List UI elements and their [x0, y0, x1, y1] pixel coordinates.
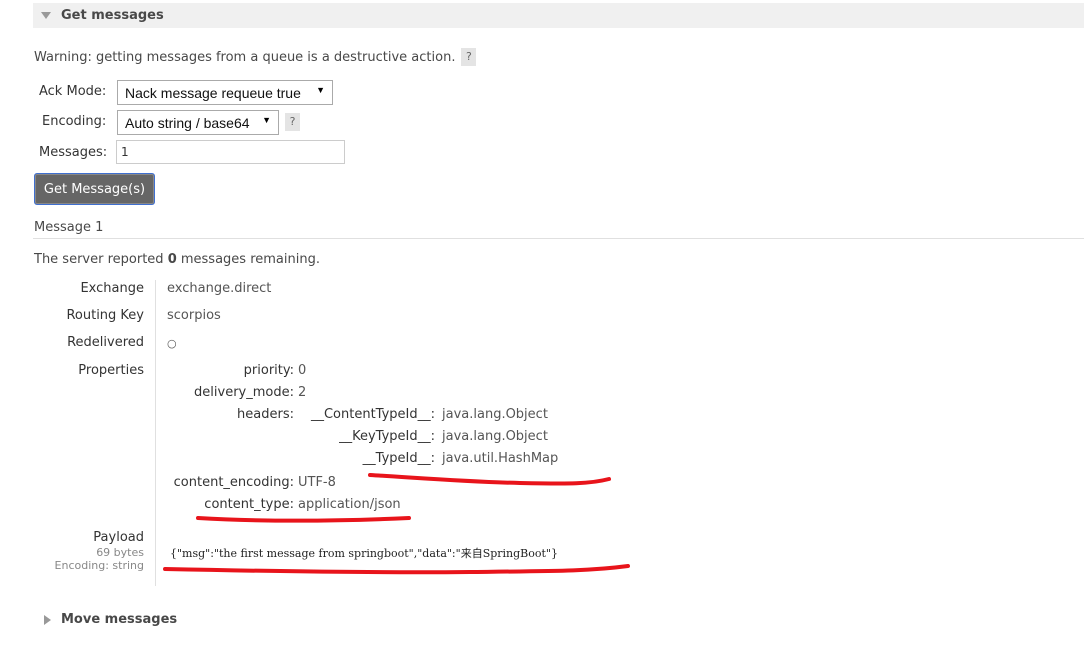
warning-text: Warning: getting messages from a queue i…	[34, 49, 456, 65]
payload-label: Payload	[93, 530, 144, 545]
ack-mode-label: Ack Mode:	[39, 84, 107, 99]
routing-key-label: Routing Key	[66, 308, 144, 323]
header-key: __TypeId__:	[362, 451, 435, 466]
messages-count-value: 1	[121, 145, 129, 159]
message-heading: Message 1	[34, 220, 104, 235]
priority-value: 0	[298, 363, 307, 378]
payload-label-block: Payload 69 bytes Encoding: string	[55, 530, 144, 572]
details-divider	[155, 280, 156, 586]
ack-mode-select[interactable]: Nack message requeue true ▼	[117, 80, 333, 105]
get-messages-title: Get messages	[61, 8, 164, 23]
content-encoding-key: content_encoding:	[173, 475, 294, 490]
dropdown-arrow-icon: ▼	[262, 115, 271, 125]
content-type-value: application/json	[298, 497, 401, 512]
encoding-selected-value: Auto string / base64	[125, 114, 250, 131]
encoding-select[interactable]: Auto string / base64 ▼	[117, 110, 279, 135]
encoding-help-icon[interactable]: ?	[285, 113, 300, 131]
exchange-label: Exchange	[80, 281, 144, 296]
warning-help-icon[interactable]: ?	[461, 48, 477, 66]
message-divider	[33, 238, 1084, 239]
properties-label: Properties	[78, 363, 144, 378]
header-key: __KeyTypeId__:	[339, 429, 435, 444]
content-type-key: content_type:	[204, 497, 294, 512]
priority-key: priority:	[243, 363, 294, 378]
get-messages-section-header[interactable]: Get messages	[33, 3, 1084, 28]
move-messages-title: Move messages	[61, 612, 178, 627]
dropdown-arrow-icon: ▼	[316, 85, 325, 95]
messages-row: Messages:	[39, 145, 107, 160]
annotation-underline-content-type	[196, 516, 411, 523]
annotation-underline-typeid	[368, 473, 611, 486]
encoding-row: Encoding:	[42, 114, 106, 129]
content-encoding-value: UTF-8	[298, 475, 336, 490]
header-value: java.lang.Object	[442, 407, 548, 422]
move-messages-section-header[interactable]: Move messages	[44, 612, 177, 627]
messages-label: Messages:	[39, 145, 108, 160]
encoding-label: Encoding:	[42, 114, 107, 129]
exchange-value: exchange.direct	[167, 281, 272, 296]
delivery-mode-value: 2	[298, 385, 307, 400]
headers-key: headers:	[237, 407, 294, 422]
expand-triangle-icon	[44, 614, 51, 625]
payload-encoding: Encoding: string	[54, 559, 144, 572]
payload-content: {"msg":"the first message from springboo…	[170, 547, 558, 560]
routing-key-value: scorpios	[167, 308, 221, 323]
redelivered-label: Redelivered	[67, 335, 144, 350]
server-status-text: The server reported 0 messages remaining…	[34, 252, 320, 267]
header-key: __ContentTypeId__:	[310, 407, 435, 422]
header-value: java.lang.Object	[442, 429, 548, 444]
remaining-count: 0	[167, 252, 177, 267]
messages-count-input[interactable]: 1	[116, 140, 345, 164]
get-messages-button[interactable]: Get Message(s)	[34, 173, 155, 205]
ack-mode-selected-value: Nack message requeue true	[125, 84, 301, 101]
ack-mode-row: Ack Mode:	[39, 84, 106, 99]
redelivered-value-icon: ○	[167, 337, 177, 350]
collapse-triangle-icon	[41, 12, 51, 19]
delivery-mode-key: delivery_mode:	[194, 385, 294, 400]
payload-size: 69 bytes	[96, 546, 144, 559]
header-value: java.util.HashMap	[442, 451, 559, 466]
warning-row: Warning: getting messages from a queue i…	[34, 48, 477, 66]
annotation-underline-payload	[163, 564, 630, 575]
